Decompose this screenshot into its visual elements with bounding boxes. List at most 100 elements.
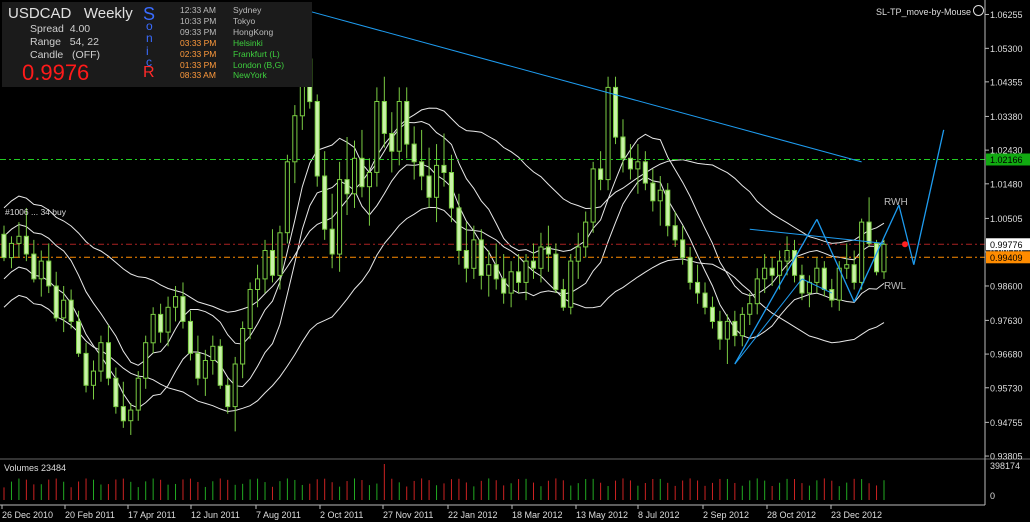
volume-indicator-label: Volumes 23484 bbox=[4, 463, 67, 473]
candle bbox=[314, 101, 320, 177]
indicator-name: SL-TP_move-by-Mouse bbox=[875, 7, 971, 17]
candle bbox=[754, 278, 760, 305]
candle bbox=[68, 299, 74, 323]
price-tick-label: 1.00505 bbox=[990, 214, 1023, 224]
candle bbox=[389, 133, 395, 152]
candle bbox=[732, 320, 738, 337]
candle bbox=[687, 257, 693, 283]
session-time: 09:33 PM bbox=[180, 26, 217, 37]
candle bbox=[709, 306, 716, 322]
date-tick-label: 18 Mar 2012 bbox=[512, 510, 563, 520]
candle bbox=[456, 207, 462, 251]
date-tick-label: 2 Oct 2011 bbox=[320, 510, 363, 520]
date-tick-label: 22 Jan 2012 bbox=[448, 510, 498, 520]
candle bbox=[463, 250, 469, 269]
candle bbox=[695, 281, 701, 294]
candle bbox=[411, 143, 417, 163]
trade-label[interactable]: #1006 ... 34 buy bbox=[5, 207, 66, 217]
candle bbox=[352, 157, 358, 195]
date-tick-label: 28 Oct 2012 bbox=[767, 510, 816, 520]
indicator-label[interactable]: SL-TP_move-by-Mouse bbox=[876, 5, 984, 17]
rwh-label: RWH bbox=[884, 197, 908, 208]
candle bbox=[232, 363, 238, 408]
candle bbox=[642, 161, 648, 184]
candle bbox=[38, 260, 44, 280]
candle bbox=[560, 289, 566, 308]
candle bbox=[724, 320, 730, 340]
candle bbox=[859, 221, 865, 283]
candle bbox=[799, 274, 805, 294]
candle bbox=[143, 342, 149, 379]
candle bbox=[404, 101, 410, 145]
candle bbox=[150, 313, 156, 344]
wave-line[interactable] bbox=[734, 218, 818, 365]
candle bbox=[381, 101, 387, 134]
sonic-letter: R bbox=[143, 64, 155, 81]
date-tick-label: 27 Nov 2011 bbox=[383, 510, 433, 520]
candle bbox=[530, 260, 537, 269]
wave-line[interactable] bbox=[898, 204, 915, 265]
candle bbox=[202, 360, 208, 379]
date-tick-label: 2 Sep 2012 bbox=[703, 510, 749, 520]
session-city: Tokyo bbox=[233, 15, 256, 26]
candle bbox=[583, 221, 589, 248]
candle bbox=[284, 161, 290, 234]
candle bbox=[792, 250, 798, 276]
candle bbox=[105, 342, 112, 379]
smiley-icon bbox=[973, 5, 984, 16]
price-tag-label: 1.02166 bbox=[990, 155, 1023, 165]
candle bbox=[486, 264, 492, 276]
price-tick-label: 0.95730 bbox=[990, 383, 1023, 393]
candle bbox=[247, 289, 253, 329]
trendline-upper[interactable] bbox=[302, 8, 862, 163]
candle bbox=[762, 267, 768, 280]
candle bbox=[366, 172, 372, 188]
candle bbox=[173, 296, 179, 308]
rwl-label: RWL bbox=[884, 281, 907, 292]
candle bbox=[53, 285, 59, 319]
candle bbox=[277, 232, 283, 276]
candle bbox=[702, 292, 708, 308]
range-row: Range 54, 22 bbox=[30, 36, 99, 48]
price-tick-label: 0.96680 bbox=[990, 350, 1023, 360]
price-tag-label: 0.99776 bbox=[990, 240, 1023, 250]
candle bbox=[120, 406, 126, 422]
candle bbox=[821, 267, 827, 291]
candle bbox=[23, 235, 29, 255]
session-time: 01:33 PM bbox=[180, 59, 217, 70]
candle bbox=[46, 260, 52, 287]
candle bbox=[635, 161, 641, 170]
candle bbox=[113, 377, 119, 408]
moving-average-line bbox=[3, 163, 885, 409]
candle bbox=[322, 175, 328, 230]
candle bbox=[605, 86, 611, 181]
candle bbox=[337, 179, 343, 255]
candle bbox=[598, 168, 604, 180]
candle bbox=[478, 239, 484, 276]
candle bbox=[575, 246, 581, 262]
candle bbox=[538, 246, 544, 269]
candle bbox=[769, 267, 775, 276]
spread-label: Spread bbox=[30, 23, 64, 35]
candle bbox=[16, 235, 22, 244]
candle bbox=[806, 281, 813, 294]
price-tick-label: 1.01480 bbox=[990, 179, 1023, 189]
candle bbox=[866, 221, 872, 244]
date-tick-label: 7 Aug 2011 bbox=[256, 510, 301, 520]
candle bbox=[217, 345, 223, 386]
candle bbox=[8, 242, 14, 259]
candle bbox=[672, 225, 678, 241]
symbol-info-panel: USDCAD Weekly Spread 4.00 Range 54, 22 C… bbox=[2, 2, 312, 87]
candle bbox=[508, 271, 514, 294]
candle bbox=[516, 271, 522, 283]
candle bbox=[359, 157, 365, 188]
candle bbox=[434, 164, 440, 198]
candle bbox=[195, 352, 201, 379]
candle bbox=[851, 264, 857, 283]
date-tick-label: 20 Feb 2011 bbox=[65, 510, 115, 520]
candle bbox=[657, 189, 663, 202]
session-time: 02:33 PM bbox=[180, 48, 217, 59]
bid-marker[interactable] bbox=[902, 241, 908, 248]
candle bbox=[553, 253, 559, 291]
spread-value: 4.00 bbox=[69, 23, 91, 35]
